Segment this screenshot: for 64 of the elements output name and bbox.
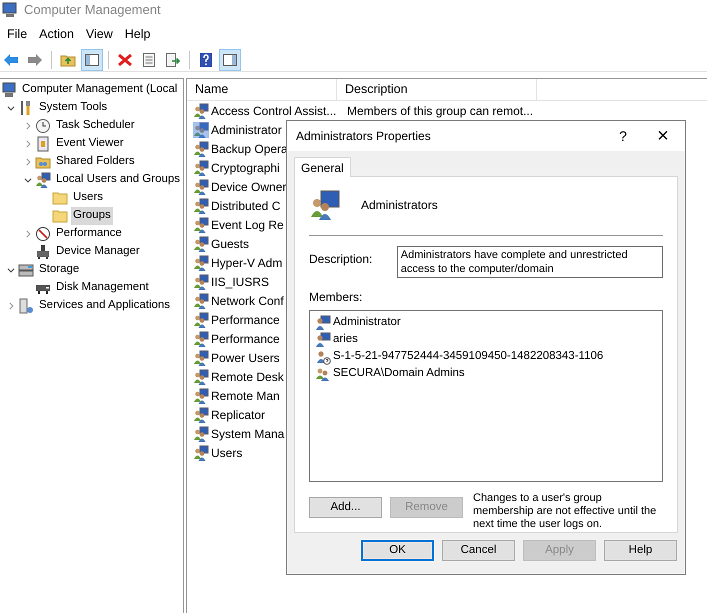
computer-icon xyxy=(1,82,17,98)
delete-icon xyxy=(117,52,133,68)
group-description: Members of this group can remot... xyxy=(347,102,534,120)
device-icon xyxy=(35,244,51,260)
tree-item[interactable]: Shared Folders xyxy=(54,153,137,171)
member-item[interactable]: SECURA\Domain Admins xyxy=(333,364,465,382)
tree-item[interactable]: Services and Applications xyxy=(37,297,172,315)
membership-note: Changes to a user's group membership are not effective until the next time the user logs on. xyxy=(473,492,658,531)
menu-item[interactable]: Help xyxy=(118,24,156,44)
group-icon xyxy=(309,189,341,221)
tree-item[interactable]: Users xyxy=(71,189,106,207)
member-item[interactable]: S-1-5-21-947752444-3459109450-1482208343-1106 xyxy=(333,348,604,366)
folder-icon xyxy=(52,208,68,224)
column-header[interactable]: Name xyxy=(187,78,337,100)
tree-item[interactable]: Storage xyxy=(37,261,82,279)
column-header[interactable]: Description xyxy=(337,78,537,100)
window-title: Computer Management xyxy=(24,1,161,20)
member-item[interactable]: Administrator xyxy=(333,314,401,332)
add-button[interactable]: Add... xyxy=(309,497,382,518)
properties-icon xyxy=(141,52,157,68)
export-icon xyxy=(165,52,181,68)
unknown-user-icon xyxy=(315,348,331,364)
members-list[interactable]: Administrator aries S-1-5-21-947752444-3459109450-1482208343-1106 SECURA\Domain Admins xyxy=(309,310,663,482)
dialog-title: Administrators Properties xyxy=(296,128,432,145)
folder-icon xyxy=(52,190,68,206)
members-label: Members: xyxy=(309,289,364,306)
clock-icon xyxy=(35,118,51,134)
app-icon xyxy=(2,2,18,18)
help-icon xyxy=(198,52,214,68)
dialog-button[interactable]: Cancel xyxy=(442,540,515,561)
description-label: Description: xyxy=(309,251,374,268)
group-name[interactable]: Access Control Assist... xyxy=(211,102,339,120)
tree-pane-icon xyxy=(84,52,100,68)
tree-item[interactable]: Event Viewer xyxy=(54,135,126,153)
toolbar-button[interactable] xyxy=(219,48,241,70)
menu-item[interactable]: File xyxy=(1,24,34,44)
user-icon xyxy=(315,314,331,330)
menu-item[interactable]: View xyxy=(80,24,119,44)
tree-item[interactable]: Disk Management xyxy=(54,279,151,297)
storage-icon xyxy=(18,262,34,278)
back-arrow-icon xyxy=(3,52,19,68)
group-name: Administrators xyxy=(361,197,438,214)
group-icon xyxy=(35,172,51,188)
member-item[interactable]: aries xyxy=(333,330,358,348)
tree-item[interactable]: Computer Management (Local xyxy=(20,81,180,99)
tree-item[interactable]: Local Users and Groups xyxy=(54,171,182,189)
help-button[interactable]: ? xyxy=(605,121,641,151)
action-pane-icon xyxy=(222,52,238,68)
tree-item[interactable]: Groups xyxy=(71,207,113,225)
tree-item[interactable]: System Tools xyxy=(37,99,110,117)
forward-arrow-icon xyxy=(27,52,43,68)
tab[interactable]: General xyxy=(294,157,351,177)
log-book-icon xyxy=(35,136,51,152)
dialog-button[interactable]: OK xyxy=(361,540,434,561)
menu-item[interactable]: Action xyxy=(33,24,80,44)
dialog-button[interactable]: Help xyxy=(604,540,677,561)
group-icon xyxy=(315,366,331,382)
user-icon xyxy=(315,332,331,348)
toolbar-button[interactable] xyxy=(81,48,103,70)
tree-item[interactable]: Task Scheduler xyxy=(54,117,137,135)
description-field[interactable]: Administrators have complete and unrestricted access to the computer/domain xyxy=(396,246,663,278)
close-button[interactable]: × xyxy=(641,121,685,151)
tree-item[interactable]: Performance xyxy=(54,225,124,243)
tree-item[interactable]: Device Manager xyxy=(54,243,142,261)
